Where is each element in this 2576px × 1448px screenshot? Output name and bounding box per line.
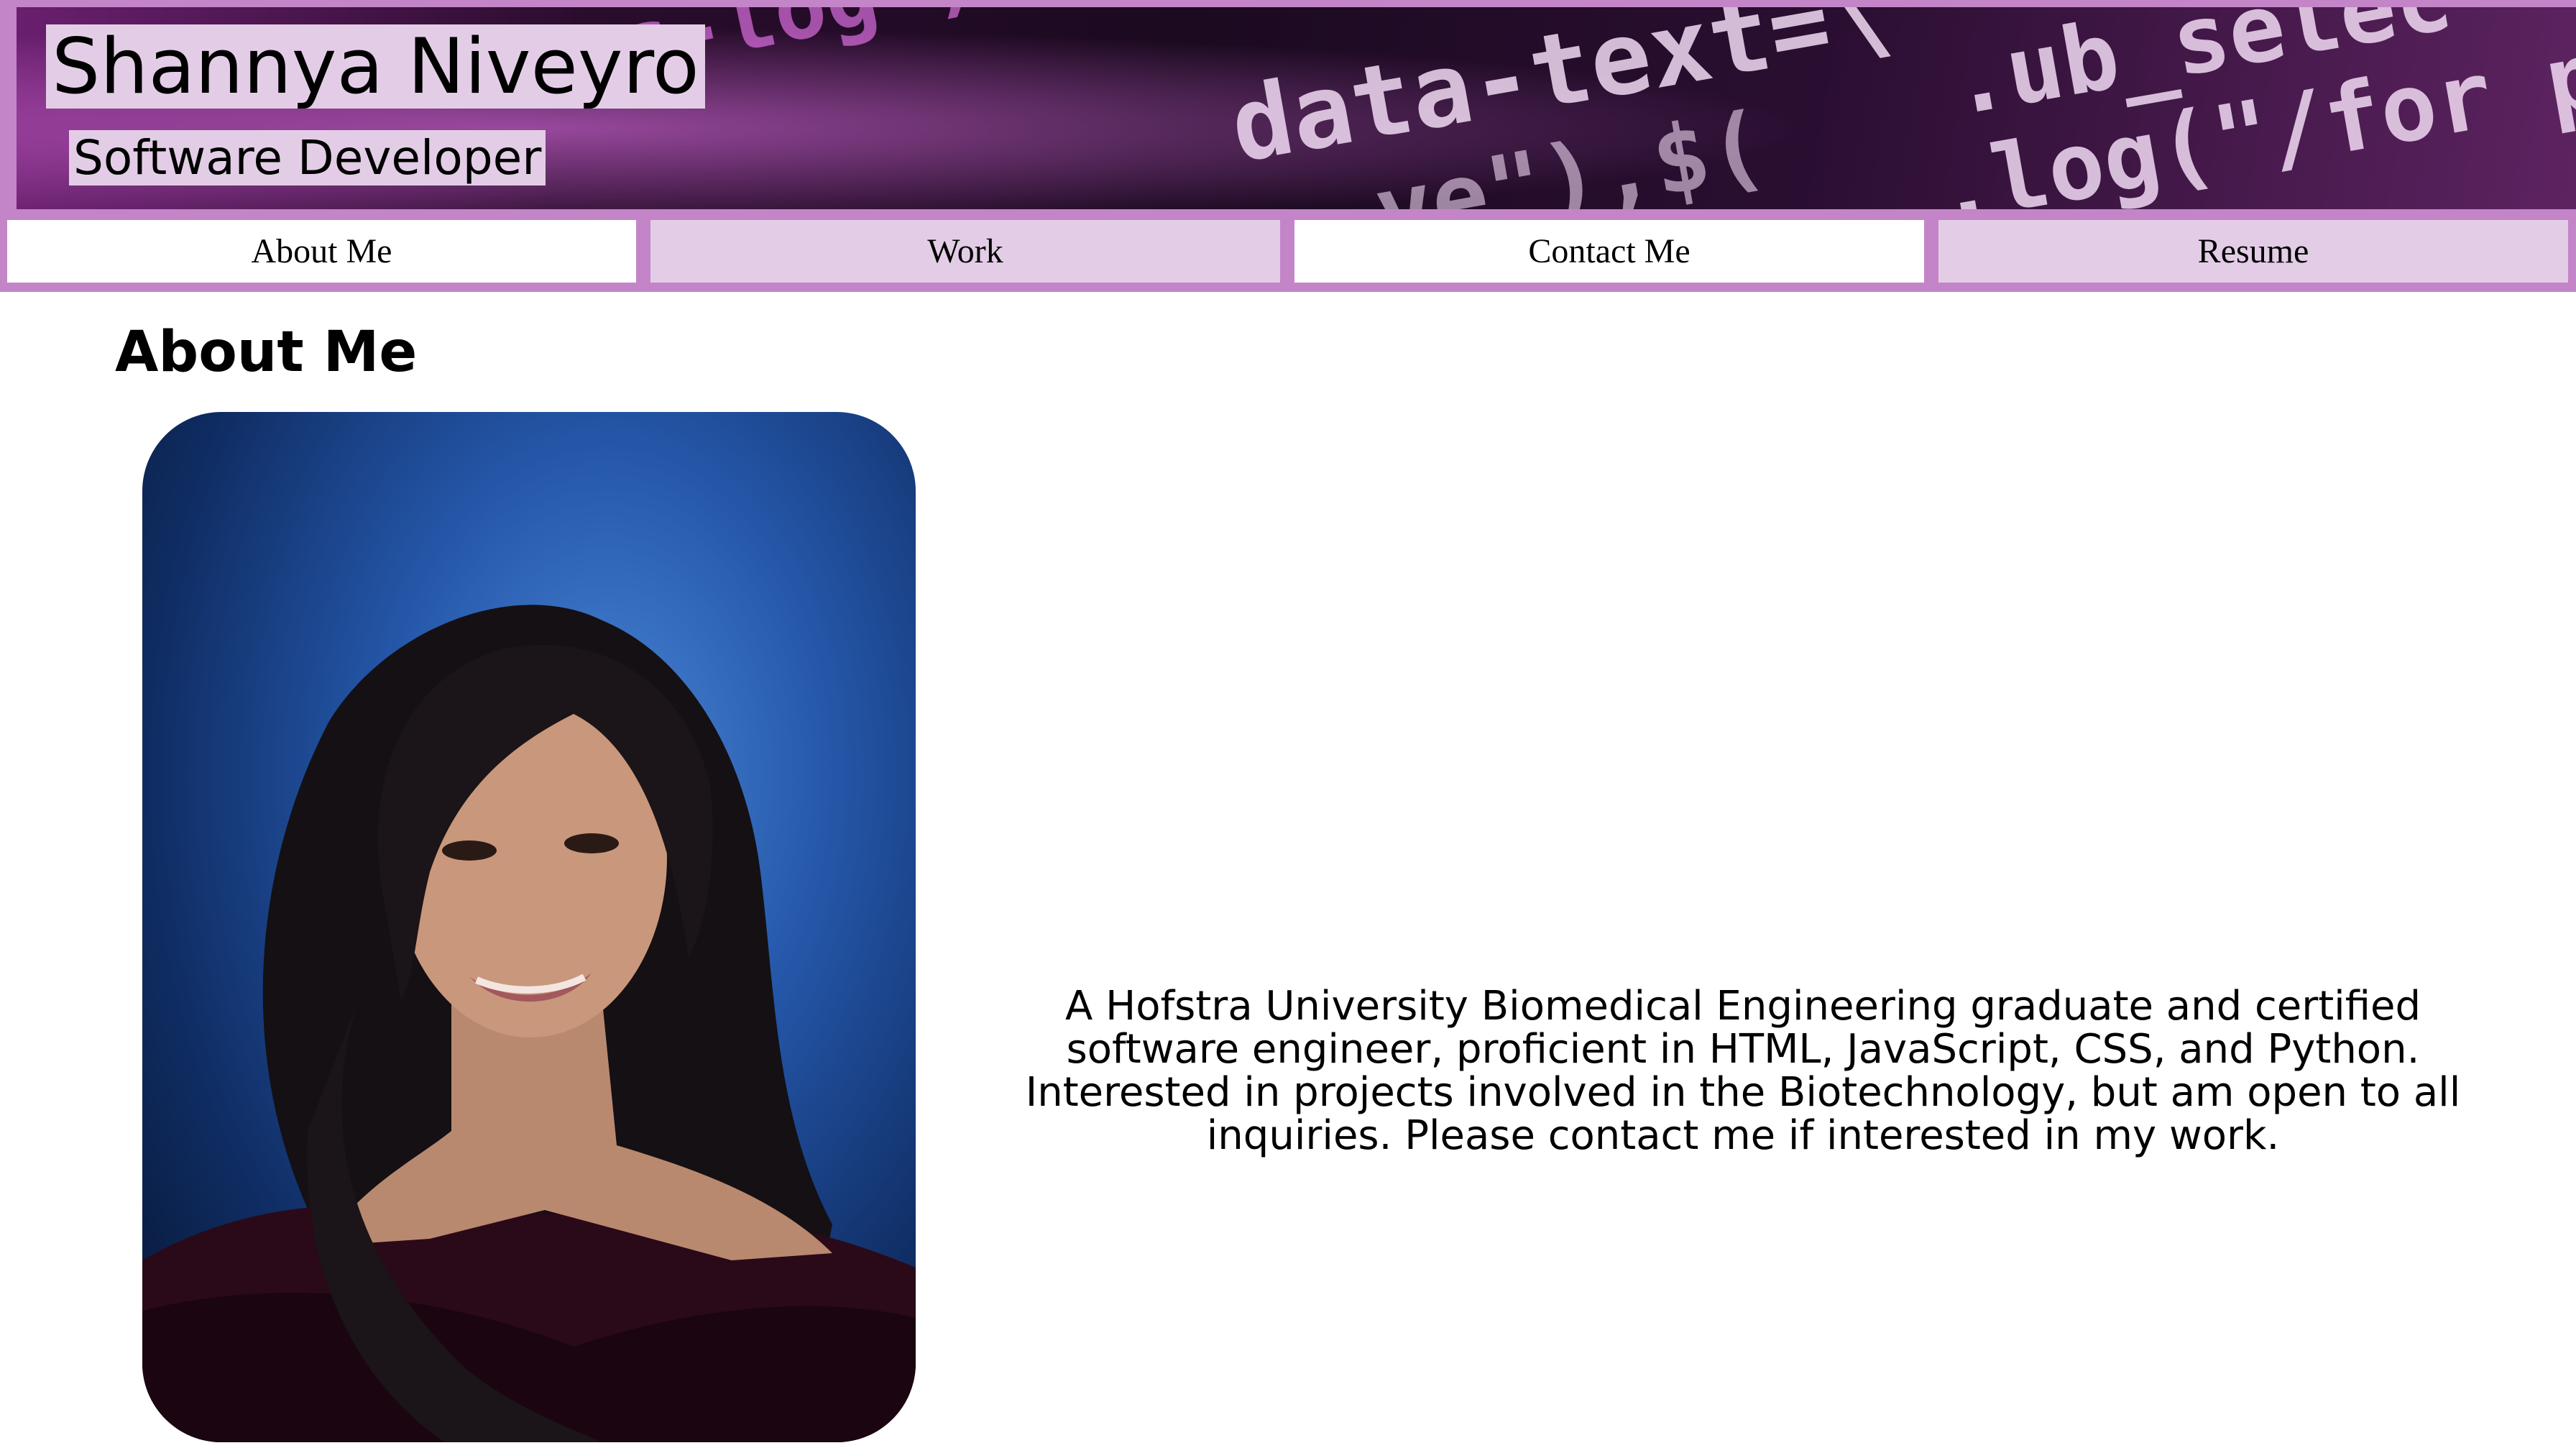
header-banner-image: ss-log").hu data-text=\ .ub_selec ve"),$…: [17, 7, 2576, 209]
page-title: About Me: [115, 320, 418, 385]
nav-contact-me[interactable]: Contact Me: [1294, 220, 1924, 283]
site-owner-role: Software Developer: [69, 130, 546, 185]
nav-work[interactable]: Work: [650, 220, 1280, 283]
profile-photo: [142, 412, 916, 1442]
site-header: ss-log").hu data-text=\ .ub_selec ve"),$…: [0, 0, 2576, 220]
about-me-bio: A Hofstra University Biomedical Engineer…: [1025, 983, 2461, 1159]
nav-resume[interactable]: Resume: [1938, 220, 2568, 283]
site-owner-name: Shannya Niveyro: [46, 24, 705, 109]
main-navigation: About Me Work Contact Me Resume: [0, 213, 2576, 292]
nav-about-me[interactable]: About Me: [7, 220, 636, 283]
